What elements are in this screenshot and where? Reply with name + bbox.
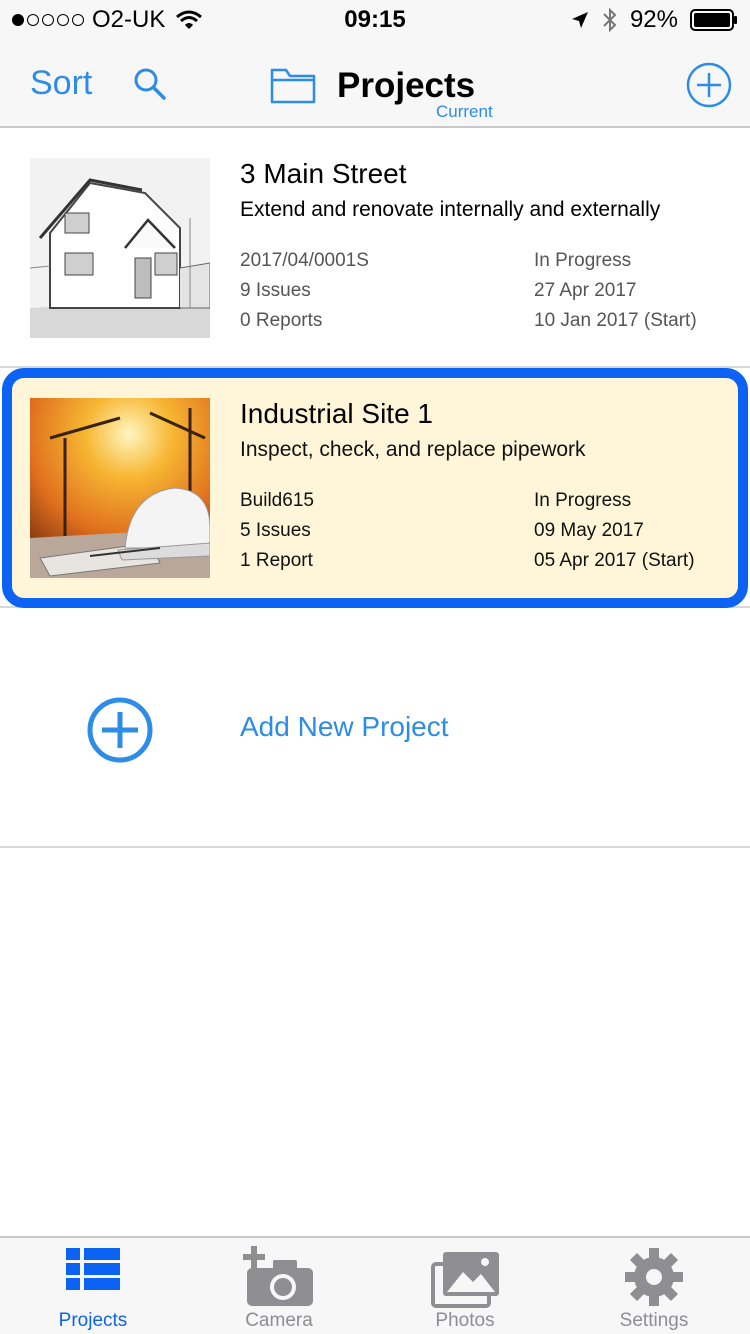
project-title: Industrial Site 1 [240, 398, 433, 429]
tab-photos[interactable]: Photos [372, 1238, 558, 1334]
project-title: 3 Main Street [240, 158, 407, 189]
status-bar: O2-UK 09:15 92% [0, 0, 750, 40]
tab-label: Camera [245, 1310, 313, 1331]
photos-icon [431, 1252, 499, 1308]
add-new-project-label[interactable]: Add New Project [240, 711, 449, 743]
sort-button[interactable]: Sort [30, 64, 92, 103]
tab-label: Photos [435, 1310, 495, 1331]
tab-settings[interactable]: Settings [558, 1238, 750, 1334]
tab-bar: Projects Camera Photos Settings [0, 1236, 750, 1334]
camera-add-icon [243, 1246, 313, 1306]
status-right: 92% [570, 6, 738, 34]
folder-icon [270, 68, 316, 104]
project-date: 27 Apr 2017 [534, 280, 637, 301]
project-reports-count: 0 Reports [240, 310, 323, 331]
add-circle-icon[interactable] [86, 696, 154, 764]
project-date: 09 May 2017 [534, 520, 644, 541]
project-meta-right: In Progress 09 May 2017 05 Apr 2017 (Sta… [534, 486, 695, 576]
project-description: Inspect, check, and replace pipework [240, 438, 586, 461]
project-status: In Progress [534, 250, 632, 271]
navigation-bar: Sort Projects Current [0, 40, 750, 128]
add-project-plus-icon[interactable] [686, 62, 732, 108]
project-row-industrial-site-1[interactable]: Industrial Site 1 Inspect, check, and re… [0, 368, 750, 608]
construction-site-thumbnail [30, 398, 210, 578]
project-row-3-main-street[interactable]: 3 Main Street Extend and renovate intern… [0, 130, 750, 368]
project-status: In Progress [534, 490, 632, 511]
gear-icon [625, 1248, 683, 1306]
search-icon[interactable] [132, 66, 168, 102]
add-new-project-row[interactable]: Add New Project [0, 608, 750, 848]
location-arrow-icon [571, 12, 588, 28]
tab-projects[interactable]: Projects [0, 1238, 186, 1334]
project-start-date: 10 Jan 2017 (Start) [534, 310, 697, 331]
project-meta-right: In Progress 27 Apr 2017 10 Jan 2017 (Sta… [534, 246, 697, 336]
tab-camera[interactable]: Camera [186, 1238, 372, 1334]
project-reference: Build615 [240, 490, 314, 511]
battery-percent: 92% [629, 6, 678, 33]
page-title: Projects [337, 66, 476, 105]
project-issues-count: 5 Issues [240, 520, 311, 541]
list-icon [66, 1248, 120, 1290]
tab-label: Projects [58, 1310, 128, 1331]
bluetooth-icon [603, 7, 617, 33]
tab-label: Settings [619, 1310, 689, 1331]
project-reference: 2017/04/0001S [240, 250, 369, 271]
house-sketch-thumbnail [30, 158, 210, 338]
project-description: Extend and renovate internally and exter… [240, 198, 661, 221]
project-meta-left: 2017/04/0001S 9 Issues 0 Reports [240, 246, 369, 336]
page-subtitle: Current [436, 102, 493, 121]
project-start-date: 05 Apr 2017 (Start) [534, 550, 695, 571]
project-issues-count: 9 Issues [240, 280, 311, 301]
project-meta-left: Build615 5 Issues 1 Report [240, 486, 314, 576]
battery-icon [690, 9, 737, 31]
project-reports-count: 1 Report [240, 550, 313, 571]
